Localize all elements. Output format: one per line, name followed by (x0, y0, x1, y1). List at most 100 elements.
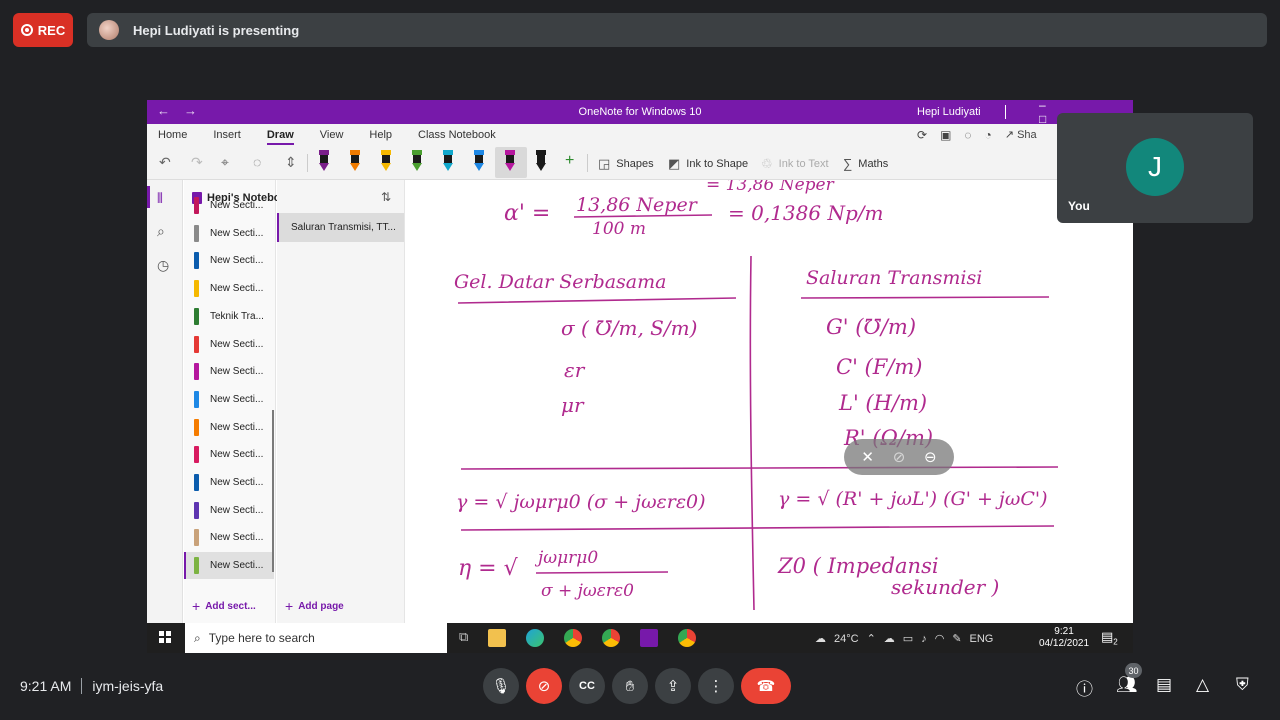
section-item[interactable]: New Secti... (184, 331, 274, 358)
meeting-info-divider (81, 678, 83, 694)
pen-tool[interactable] (379, 150, 393, 174)
camera-off-button[interactable]: ⊘ (526, 668, 562, 704)
tab-class-notebook[interactable]: Class Notebook (418, 129, 496, 141)
activities-icon[interactable]: △ (1196, 675, 1209, 695)
shapes-button[interactable]: ◲ Shapes (598, 156, 654, 172)
onedrive-icon[interactable]: ☁ (884, 632, 895, 645)
edge-icon[interactable] (526, 629, 545, 647)
onenote-icon[interactable] (640, 629, 659, 647)
section-item[interactable]: New Secti... (184, 441, 274, 468)
notification-icon[interactable]: ▤2 (1101, 629, 1118, 647)
task-view-icon[interactable]: ⧉ (459, 629, 468, 647)
present-button[interactable]: ⇪ (655, 668, 691, 704)
taskbar-clock[interactable]: 9:21 04/12/2021 (1039, 626, 1089, 650)
notebooks-icon[interactable]: ⫴ (157, 190, 163, 207)
section-item[interactable]: New Secti... (184, 247, 274, 274)
sync-icon[interactable]: ⟳ (917, 128, 927, 142)
tab-insert[interactable]: Insert (213, 129, 241, 141)
undo-icon[interactable]: ↶ (159, 154, 171, 171)
lasso-icon[interactable]: ◌ (253, 154, 261, 170)
meet-window: REC Hepi Ludiyati is presenting ←→ OneNo… (0, 0, 1280, 720)
host-controls-icon[interactable]: ⛨ (1236, 675, 1249, 695)
section-item[interactable]: New Secti... (184, 358, 274, 385)
add-pen-icon[interactable]: + (565, 152, 574, 170)
note-canvas[interactable]: = 13,86 Neper α' = 13,86 Neper 100 m = 0… (406, 180, 1133, 623)
section-item[interactable]: New Secti... (184, 220, 274, 247)
pen-tool[interactable] (317, 150, 331, 174)
wifi-icon[interactable]: ◠ (935, 632, 945, 645)
presenting-text: Hepi Ludiyati is presenting (133, 22, 300, 38)
section-item[interactable]: New Secti... (184, 497, 274, 524)
raise-hand-button[interactable]: ✋︎ (612, 668, 648, 704)
pen-color-swatch (505, 150, 515, 155)
bell-icon[interactable]: ◔ (985, 128, 992, 142)
pen-tip (350, 163, 360, 171)
section-item[interactable]: New Secti... (184, 469, 274, 496)
volume-icon[interactable]: ♪ (921, 633, 927, 645)
windows-start-icon[interactable] (159, 631, 171, 643)
maths-button[interactable]: ∑ Maths (843, 156, 888, 171)
meeting-code[interactable]: iym-jeis-yfa (92, 678, 163, 694)
section-color-tab (194, 446, 199, 464)
more-options-button[interactable]: ⋮ (698, 668, 734, 704)
section-item[interactable]: New Secti... (184, 552, 274, 580)
page-item[interactable]: Saluran Transmisi, TT... (277, 213, 404, 242)
select-text-icon[interactable]: ⌖ (221, 154, 229, 171)
add-page-button[interactable]: + Add page (285, 598, 344, 614)
chat-icon[interactable]: ▤ (1156, 675, 1172, 695)
pen-tool[interactable] (534, 150, 548, 174)
user-name[interactable]: Hepi Ludiyati (917, 106, 981, 118)
search-icon[interactable]: ⌕ (157, 223, 165, 240)
people-icon[interactable]: 👥︎ (1116, 675, 1138, 695)
pin-icon[interactable]: ✕ (861, 448, 874, 466)
file-explorer-icon[interactable] (488, 629, 507, 647)
pen-tool[interactable] (410, 150, 424, 174)
weather-icon[interactable]: ☁ (815, 632, 826, 645)
ink-right-row-1: G' (℧/m) (826, 315, 916, 339)
captions-button[interactable]: CC (569, 668, 605, 704)
remove-icon[interactable]: ⊖ (924, 448, 937, 466)
share-button[interactable]: ↗ Sha (1005, 128, 1037, 142)
pen-icon[interactable]: ✎ (952, 632, 961, 645)
chrome-profile-icon[interactable] (602, 629, 621, 647)
section-item[interactable]: New Secti... (184, 524, 274, 551)
tab-home[interactable]: Home (158, 129, 187, 141)
info-icon[interactable]: ⓘ (1076, 675, 1093, 700)
pen-tool[interactable] (348, 150, 362, 174)
add-section-button[interactable]: + Add sect... (192, 598, 256, 614)
tab-draw[interactable]: Draw (266, 129, 294, 145)
temperature[interactable]: 24°C (834, 633, 859, 645)
section-item[interactable]: New Secti... (184, 386, 274, 413)
pen-tool[interactable] (472, 150, 486, 174)
sort-icon[interactable]: ⇅ (381, 190, 391, 204)
battery-icon[interactable]: ▭ (903, 632, 913, 645)
language[interactable]: ENG (970, 633, 994, 645)
microphone-button[interactable]: 🎙︎ (483, 668, 519, 704)
chrome-icon[interactable] (564, 629, 583, 647)
pen-tool[interactable] (503, 150, 517, 174)
redo-icon[interactable]: ↷ (191, 154, 203, 171)
tab-view[interactable]: View (320, 129, 344, 141)
chrome-window-icon[interactable] (678, 629, 697, 647)
self-name: You (1068, 199, 1090, 213)
chevron-up-icon[interactable]: ⌃ (867, 632, 876, 645)
sections-scrollbar[interactable] (272, 410, 274, 572)
tab-help[interactable]: Help (369, 129, 392, 141)
self-video-tile[interactable]: J You (1057, 113, 1253, 223)
ink-to-shape-button[interactable]: ◩ Ink to Shape (668, 156, 748, 172)
section-label: New Secti... (210, 366, 264, 378)
taskbar-search[interactable]: ⌕ Type here to search (185, 623, 447, 653)
section-item[interactable]: New Secti... (184, 414, 274, 441)
section-item[interactable]: New Secti... (184, 275, 274, 302)
muted-audio-icon[interactable]: ⊘ (893, 448, 906, 466)
section-item[interactable]: Teknik Tra... (184, 303, 274, 330)
lightbulb-icon[interactable]: ◌ (964, 128, 971, 142)
recent-icon[interactable]: ◷ (157, 257, 169, 274)
recording-badge[interactable]: REC (13, 13, 73, 47)
ink-to-text-button[interactable]: ♲ Ink to Text (761, 156, 829, 172)
leave-call-button[interactable]: ☎︎ (741, 668, 791, 704)
pen-tool[interactable] (441, 150, 455, 174)
add-space-icon[interactable]: ⇕ (285, 154, 297, 171)
pages-icon[interactable]: ▣ (940, 128, 951, 142)
section-item[interactable]: New Secti... (184, 192, 274, 219)
